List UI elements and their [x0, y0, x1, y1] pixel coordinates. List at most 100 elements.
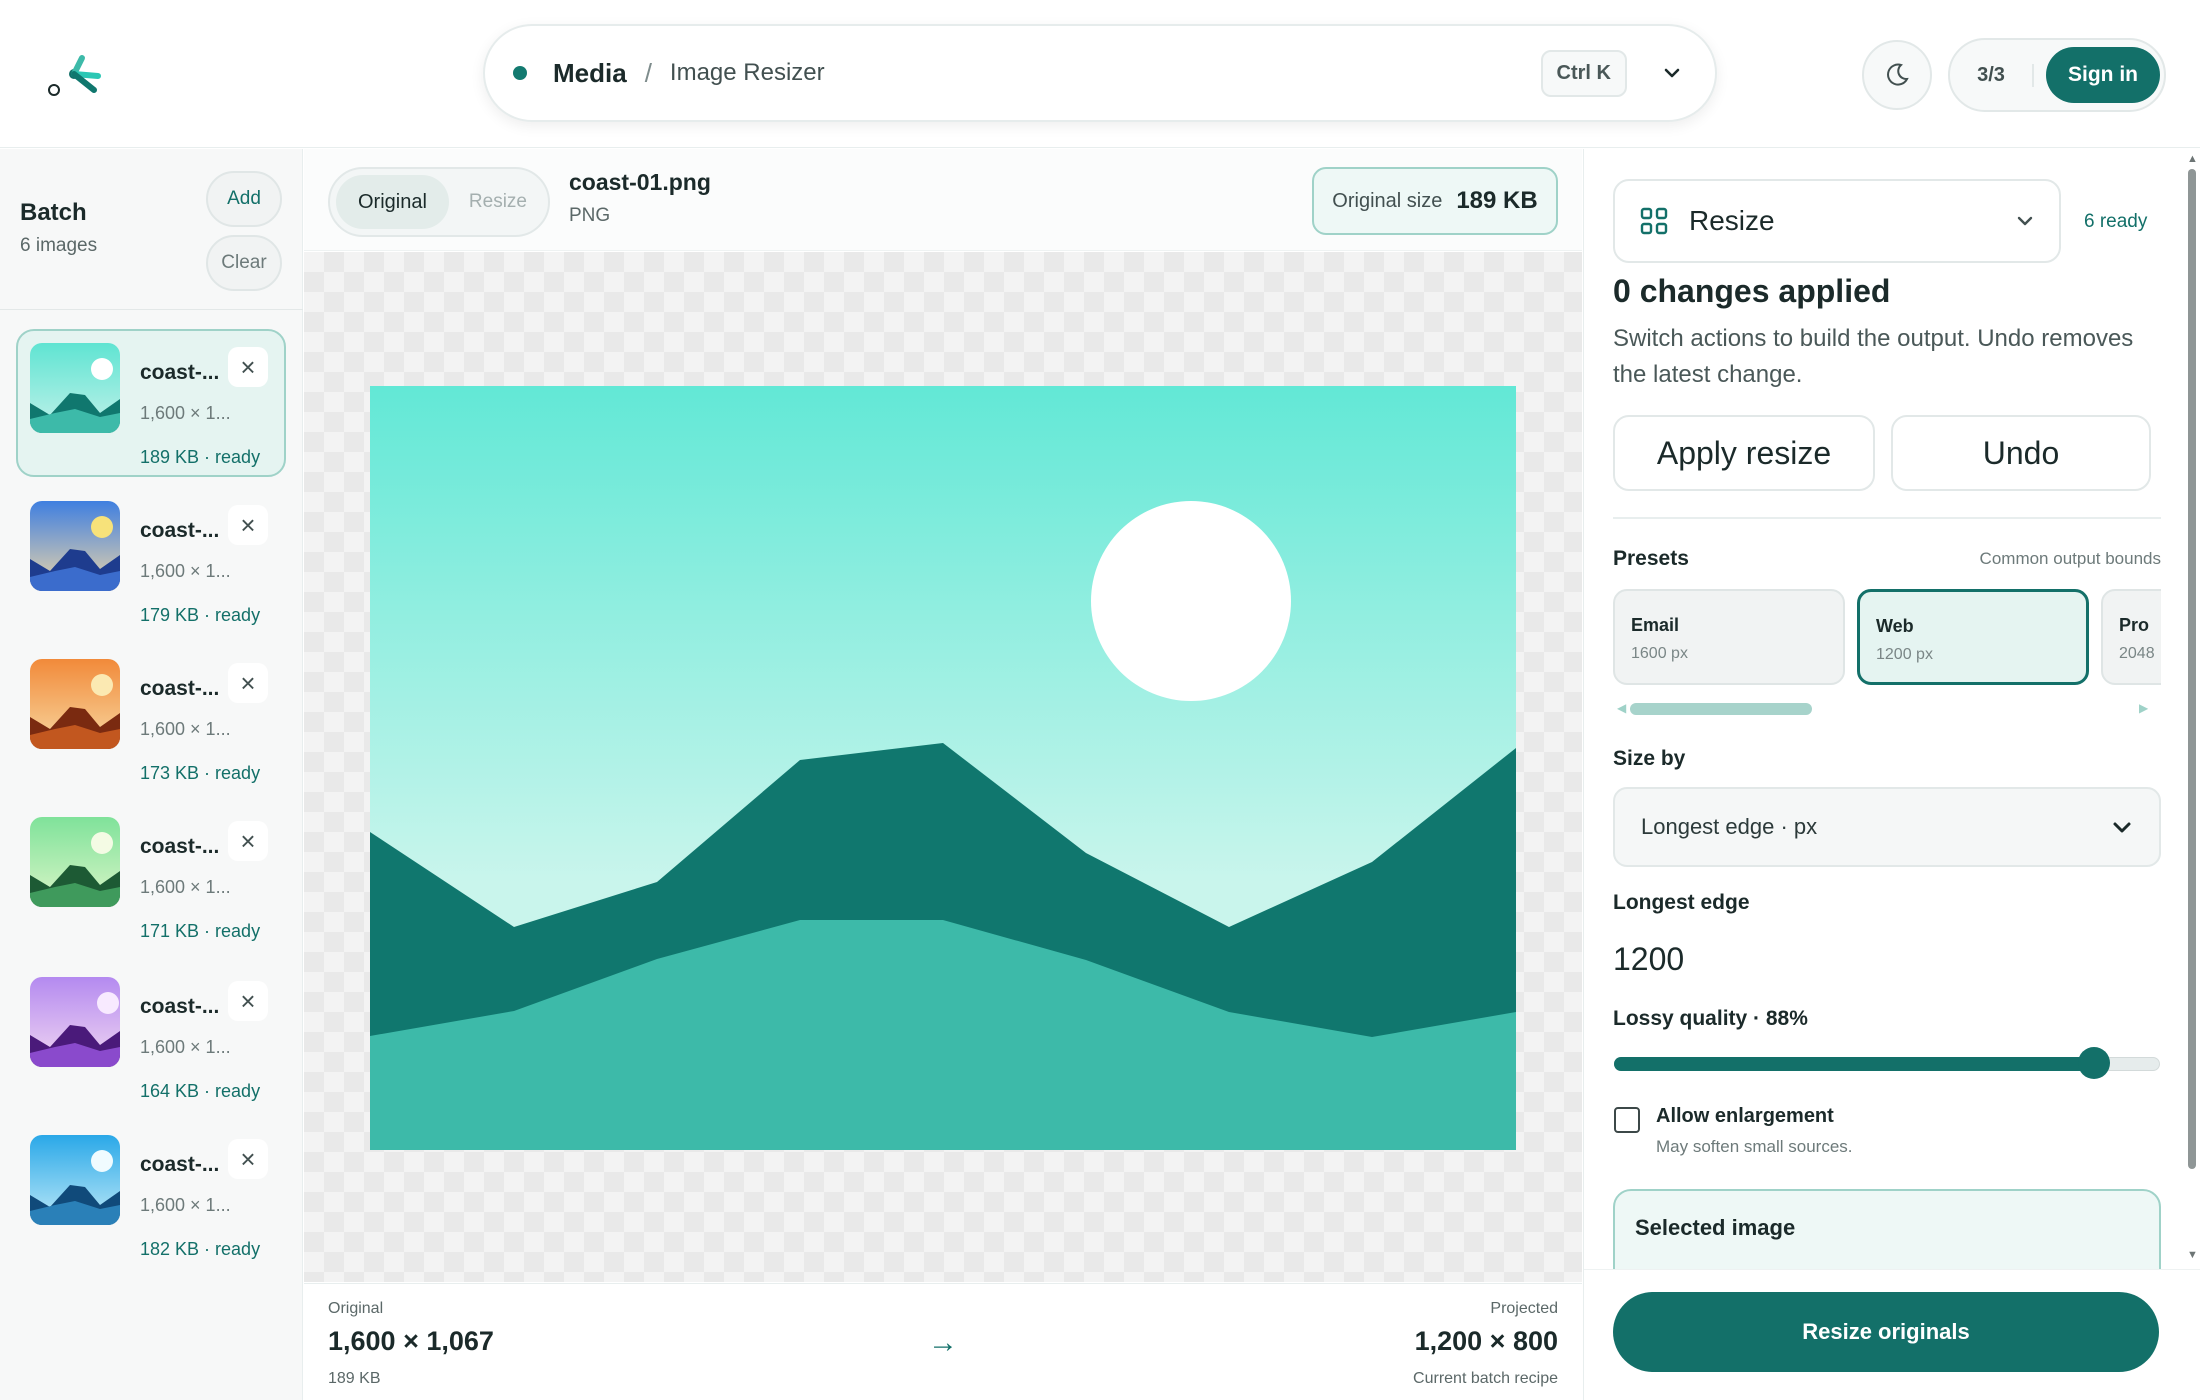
resize-originals-button[interactable]: Resize originals — [1613, 1292, 2159, 1372]
batch-item[interactable]: coast-... 1,600 × 1... 164 KB · ready × — [16, 963, 286, 1111]
batch-count: 6 images — [20, 235, 98, 256]
sign-in-button[interactable]: Sign in — [2046, 47, 2160, 103]
settings-panel: ▲ ▼ Resize 6 ready 0 changes applied Swi… — [1583, 149, 2200, 1400]
preset-name: Email — [1631, 615, 1680, 635]
batch-title: Batch — [20, 199, 87, 226]
chevron-down-icon — [2113, 822, 2131, 833]
projected-dimensions: 1,200 × 800 — [1414, 1326, 1558, 1356]
preset-pro[interactable]: Pro 2048 — [2101, 589, 2161, 685]
size-label: Original size — [1332, 189, 1443, 212]
changes-title: 0 changes applied — [1613, 273, 1891, 309]
scroll-right-icon[interactable]: ▶ — [2139, 701, 2148, 715]
batch-item[interactable]: coast-... 1,600 × 1... 179 KB · ready × — [16, 487, 286, 635]
item-meta: 171 KB · ready — [140, 921, 261, 941]
item-name: coast-... — [140, 519, 220, 542]
panel-footer: Resize originals — [1584, 1269, 2200, 1400]
thumbnail — [30, 659, 120, 749]
original-label: Original — [328, 1300, 384, 1317]
app-header: Media / Image Resizer Ctrl K 3/3 Sign in — [0, 0, 2200, 148]
longest-edge-input[interactable]: 1200 — [1613, 941, 1684, 978]
file-type: PNG — [569, 205, 611, 226]
item-name: coast-... — [140, 361, 220, 384]
file-name: coast-01.png — [569, 169, 711, 195]
size-by-select[interactable]: Longest edge · px — [1613, 787, 2161, 867]
scroll-left-icon[interactable]: ◀ — [1617, 701, 1626, 715]
allow-enlargement-label[interactable]: Allow enlargement — [1656, 1105, 1834, 1128]
shortcut-hint: Ctrl K — [1540, 49, 1627, 97]
presets-label: Presets — [1613, 547, 1689, 570]
thumbnail — [30, 1135, 120, 1225]
preset-web[interactable]: Web 1200 px — [1857, 589, 2089, 685]
item-meta: 189 KB · ready — [140, 447, 261, 467]
close-icon[interactable]: × — [228, 821, 268, 861]
image-canvas[interactable] — [304, 252, 1582, 1282]
size-by-value: Longest edge · px — [1641, 814, 1818, 839]
allow-enlargement-note: May soften small sources. — [1656, 1137, 1853, 1156]
preset-email[interactable]: Email 1600 px — [1613, 589, 1845, 685]
changes-description: Switch actions to build the output. Undo… — [1613, 325, 2134, 388]
projected-label: Projected — [1490, 1300, 1558, 1317]
item-dimensions: 1,600 × 1... — [140, 561, 231, 581]
close-icon[interactable]: × — [228, 981, 268, 1021]
selected-image-title: Selected image — [1635, 1215, 1796, 1240]
chevron-down-icon[interactable] — [1661, 62, 1683, 84]
item-name: coast-... — [140, 677, 220, 700]
thumbnail — [30, 501, 120, 591]
size-value: 189 KB — [1456, 187, 1538, 214]
add-button[interactable]: Add — [206, 171, 282, 227]
account-group: 3/3 Sign in — [1948, 38, 2166, 112]
item-meta: 182 KB · ready — [140, 1239, 261, 1259]
breadcrumb-page: Image Resizer — [669, 59, 825, 86]
allow-enlargement-checkbox[interactable] — [1614, 1107, 1640, 1133]
dimension-summary: Original 1,600 × 1,067 189 KB → Projecte… — [304, 1283, 1582, 1400]
batch-item[interactable]: coast-... 1,600 × 1... 171 KB · ready × — [16, 803, 286, 951]
scroll-up-icon[interactable]: ▲ — [2187, 153, 2198, 165]
preset-size: 1600 px — [1631, 645, 1688, 662]
batch-item[interactable]: coast-... 1,600 × 1... 189 KB · ready × — [16, 329, 286, 477]
close-icon[interactable]: × — [228, 505, 268, 545]
command-bar[interactable]: Media / Image Resizer Ctrl K — [483, 24, 1717, 122]
batch-item[interactable]: coast-... 1,600 × 1... 173 KB · ready × — [16, 645, 286, 793]
preview-toolbar: Original Resize coast-01.png PNG Origina… — [304, 149, 1582, 251]
app-logo-icon[interactable] — [46, 52, 106, 100]
action-select[interactable]: Resize — [1613, 179, 2061, 263]
batch-sidebar: Batch 6 images Add Clear coast-... 1,600… — [0, 149, 303, 1400]
breadcrumb-section[interactable]: Media — [553, 58, 627, 89]
item-dimensions: 1,600 × 1... — [140, 877, 231, 897]
close-icon[interactable]: × — [228, 1139, 268, 1179]
scroll-down-icon[interactable]: ▼ — [2187, 1249, 2198, 1261]
thumbnail — [30, 343, 120, 433]
longest-edge-label: Longest edge — [1613, 891, 1750, 914]
item-dimensions: 1,600 × 1... — [140, 1195, 231, 1215]
item-name: coast-... — [140, 995, 220, 1018]
undo-button[interactable]: Undo — [1891, 415, 2151, 491]
grid-icon — [1640, 207, 1668, 235]
item-meta: 179 KB · ready — [140, 605, 261, 625]
tab-resize[interactable]: Resize — [449, 191, 547, 213]
size-by-label: Size by — [1613, 747, 1686, 770]
divider — [0, 309, 303, 310]
ready-count: 6 ready — [2084, 211, 2148, 232]
preview-image — [370, 386, 1516, 1150]
tab-original[interactable]: Original — [336, 175, 449, 229]
item-name: coast-... — [140, 835, 220, 858]
arrow-right-icon: → — [928, 1326, 958, 1359]
preset-size: 2048 — [2119, 645, 2155, 662]
divider — [1613, 517, 2161, 519]
batch-item[interactable]: coast-... 1,600 × 1... 182 KB · ready × — [16, 1121, 286, 1269]
theme-toggle-button[interactable] — [1862, 40, 1932, 110]
thumbnail — [30, 817, 120, 907]
preview-area: Original Resize coast-01.png PNG Origina… — [304, 149, 1582, 1400]
apply-resize-button[interactable]: Apply resize — [1613, 415, 1875, 491]
close-icon[interactable]: × — [228, 663, 268, 703]
close-icon[interactable]: × — [228, 347, 268, 387]
scrollbar-thumb[interactable] — [2188, 169, 2196, 1169]
original-file-size: 189 KB — [328, 1370, 381, 1387]
action-label: Resize — [1689, 205, 1775, 236]
preset-name: Web — [1876, 616, 1914, 636]
clear-button[interactable]: Clear — [206, 235, 282, 291]
item-dimensions: 1,600 × 1... — [140, 403, 231, 423]
item-meta: 164 KB · ready — [140, 1081, 261, 1101]
quality-slider-handle[interactable] — [2078, 1047, 2111, 1079]
presets-scrollbar[interactable] — [1630, 703, 1812, 715]
